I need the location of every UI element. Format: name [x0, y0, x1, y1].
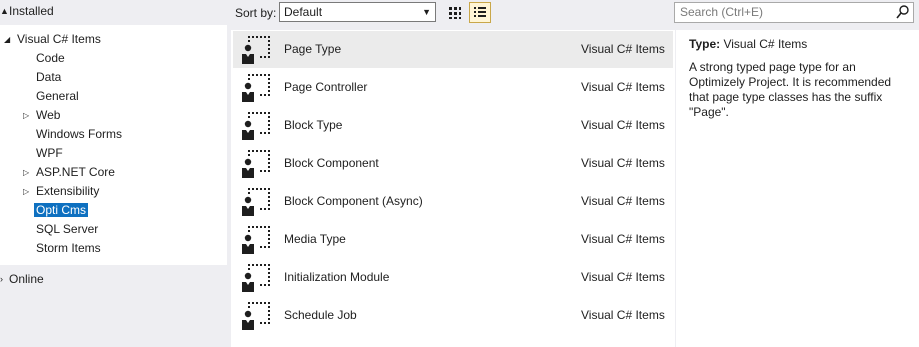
template-row-media-type[interactable]: Media Type Visual C# Items: [233, 221, 673, 258]
tree-item-label: SQL Server: [36, 222, 99, 236]
template-language: Visual C# Items: [581, 308, 665, 322]
template-name: Block Component: [284, 156, 379, 170]
template-language: Visual C# Items: [581, 80, 665, 94]
expand-triangle-icon[interactable]: ▷: [23, 182, 33, 201]
tree-item-sql-server[interactable]: SQL Server: [36, 220, 98, 239]
search-icon[interactable]: [895, 4, 911, 20]
online-section-header[interactable]: › Online: [0, 268, 227, 290]
collapse-triangle-icon[interactable]: ▲: [0, 0, 9, 22]
template-item-icon: [241, 301, 271, 331]
expand-triangle-icon[interactable]: ▷: [23, 163, 33, 182]
tree-item-label: Extensibility: [36, 184, 100, 198]
tree-item-extensibility[interactable]: ▷ Extensibility: [23, 182, 100, 201]
template-item-icon: [241, 187, 271, 217]
sort-by-label: Sort by:: [235, 6, 277, 20]
tree-item-asp-net-core[interactable]: ▷ ASP.NET Core: [23, 163, 115, 182]
template-language: Visual C# Items: [581, 194, 665, 208]
tree-item-label: Data: [36, 70, 62, 84]
grid-view-button[interactable]: [444, 2, 466, 23]
search-input[interactable]: Search (Ctrl+E): [674, 2, 914, 23]
expand-triangle-icon[interactable]: ›: [0, 268, 8, 290]
tree-item-label: General: [36, 89, 79, 103]
template-description: A strong typed page type for an Optimize…: [689, 60, 892, 119]
tree-item-label: Opti Cms: [34, 203, 89, 217]
template-row-block-component[interactable]: Block Component Visual C# Items: [233, 145, 673, 182]
template-row-block-type[interactable]: Block Type Visual C# Items: [233, 107, 673, 144]
list-view-button[interactable]: [469, 2, 491, 23]
search-placeholder: Search (Ctrl+E): [680, 5, 764, 19]
tree-item-label: Code: [36, 51, 65, 65]
tree-item-general[interactable]: General: [36, 87, 79, 106]
template-item-icon: [241, 263, 271, 293]
template-language: Visual C# Items: [581, 156, 665, 170]
type-value: Visual C# Items: [723, 37, 808, 51]
list-view-icon: [474, 7, 486, 17]
category-tree: ◢ Visual C# Items Code Data General ▷ Web Win…: [0, 25, 227, 265]
template-name: Schedule Job: [284, 308, 357, 322]
template-name: Page Controller: [284, 80, 368, 94]
template-row-schedule-job[interactable]: Schedule Job Visual C# Items: [233, 297, 673, 334]
tree-item-data[interactable]: Data: [36, 68, 61, 87]
template-language: Visual C# Items: [581, 42, 665, 56]
tree-item-label: WPF: [36, 146, 63, 160]
template-list: Page Type Visual C# Items Page Controller…: [231, 30, 675, 347]
grid-view-icon: [449, 7, 461, 19]
installed-section-header[interactable]: ▲ Installed: [0, 0, 227, 22]
tree-root-visual-csharp-items[interactable]: ◢ Visual C# Items: [4, 30, 101, 49]
template-language: Visual C# Items: [581, 118, 665, 132]
tree-item-windows-forms[interactable]: Windows Forms: [36, 125, 122, 144]
expand-triangle-icon[interactable]: ▷: [23, 106, 33, 125]
template-row-initialization-module[interactable]: Initialization Module Visual C# Items: [233, 259, 673, 296]
tree-item-label: Windows Forms: [36, 127, 123, 141]
tree-item-storm-items[interactable]: Storm Items: [36, 239, 101, 258]
tree-item-opti-cms[interactable]: Opti Cms: [34, 201, 89, 220]
template-name: Block Component (Async): [284, 194, 423, 208]
template-item-icon: [241, 35, 271, 65]
template-language: Visual C# Items: [581, 270, 665, 284]
template-item-icon: [241, 225, 271, 255]
tree-root-label: Visual C# Items: [17, 32, 101, 46]
template-name: Block Type: [284, 118, 343, 132]
template-name: Media Type: [284, 232, 346, 246]
template-language: Visual C# Items: [581, 232, 665, 246]
template-name: Initialization Module: [284, 270, 390, 284]
collapse-triangle-icon[interactable]: ◢: [4, 30, 14, 49]
sort-by-value: Default: [284, 5, 323, 19]
tree-item-web[interactable]: ▷ Web: [23, 106, 61, 125]
template-row-page-controller[interactable]: Page Controller Visual C# Items: [233, 69, 673, 106]
template-details-panel: Type: Visual C# Items A strong typed pag…: [676, 30, 919, 347]
template-name: Page Type: [284, 42, 342, 56]
template-row-block-component-async[interactable]: Block Component (Async) Visual C# Items: [233, 183, 673, 220]
template-category-panel: ▲ Installed ◢ Visual C# Items Code Data Ge…: [0, 0, 227, 347]
chevron-down-icon: ▼: [422, 7, 431, 17]
installed-label: Installed: [9, 4, 54, 18]
type-line: Type: Visual C# Items: [689, 37, 807, 51]
tree-item-code[interactable]: Code: [36, 49, 65, 68]
tree-item-wpf[interactable]: WPF: [36, 144, 63, 163]
template-item-icon: [241, 73, 271, 103]
sort-by-dropdown[interactable]: Default ▼: [279, 2, 436, 22]
template-row-page-type[interactable]: Page Type Visual C# Items: [233, 31, 673, 68]
tree-item-label: ASP.NET Core: [36, 165, 115, 179]
tree-item-label: Storm Items: [36, 241, 101, 255]
template-item-icon: [241, 149, 271, 179]
template-item-icon: [241, 111, 271, 141]
online-label: Online: [9, 272, 44, 286]
tree-item-label: Web: [36, 108, 61, 122]
type-label: Type:: [689, 37, 721, 51]
